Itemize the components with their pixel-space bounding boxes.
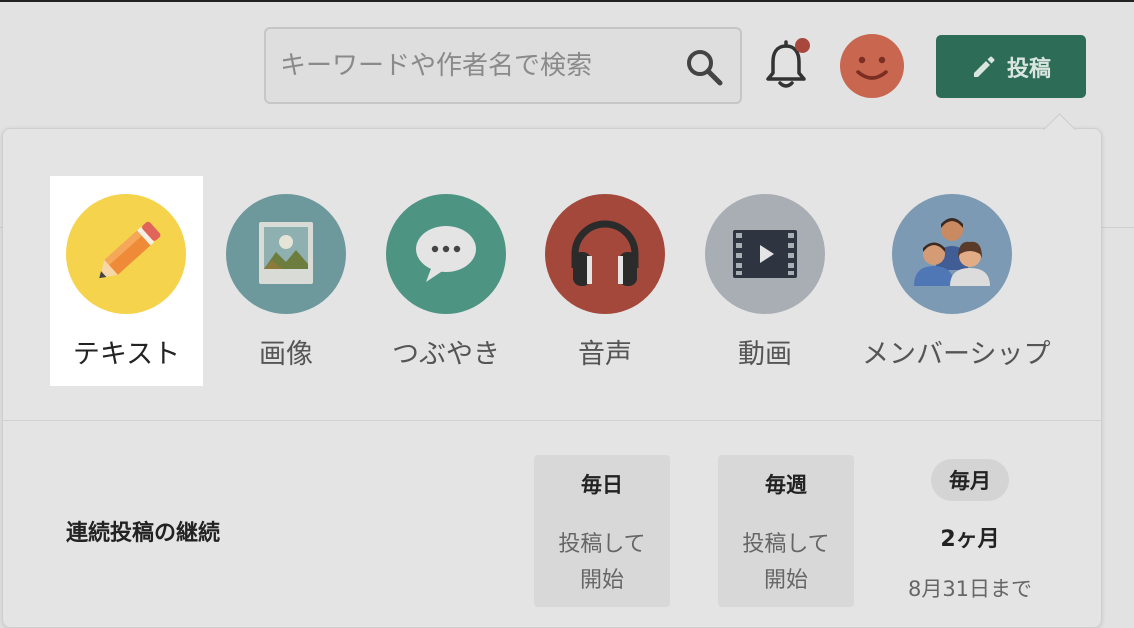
streak-daily-label: 毎日 [581,473,623,497]
streak-weekly-label: 毎週 [765,473,807,497]
film-icon [705,194,825,314]
post-type-tweet[interactable]: つぶやき [366,176,526,386]
picture-icon [226,194,346,314]
post-type-image[interactable]: 画像 [206,176,366,386]
headphones-icon [545,194,665,314]
top-border [0,0,1134,2]
search-input[interactable] [280,29,660,102]
streak-weekly: 毎週 投稿して 開始 [718,455,854,607]
post-type-label: メンバーシップ [862,339,1051,370]
post-type-video[interactable]: 動画 [685,176,845,386]
streak-daily-status-line: 投稿して [558,532,646,557]
post-type-label: 画像 [259,339,313,370]
post-button-label: 投稿 [1006,56,1051,82]
menu-divider [2,420,1102,421]
people-icon [892,194,1012,314]
speech-bubble-icon [386,194,506,314]
streak-daily: 毎日 投稿して 開始 [534,455,670,607]
post-type-audio[interactable]: 音声 [525,176,685,386]
avatar[interactable] [840,34,904,98]
post-button[interactable]: 投稿 [936,35,1086,98]
post-type-text[interactable]: テキスト [50,176,203,386]
streak-title: 連続投稿の継続 [66,521,221,546]
streak-monthly-label: 毎月 [931,459,1009,501]
pencil-icon [973,56,995,77]
search-box[interactable] [264,27,742,104]
streak-weekly-status-line: 開始 [763,568,808,593]
streak-weekly-status-line: 投稿して [742,532,830,557]
post-type-label: 音声 [578,339,632,370]
pencil-icon [66,194,186,314]
streak-monthly-value: 2ヶ月 [940,527,1000,552]
post-type-label: テキスト [72,339,181,370]
streak-weekly-status: 投稿して 開始 [718,527,854,599]
notification-dot [795,38,810,53]
streak-monthly: 毎月 2ヶ月 8月31日まで [900,455,1040,614]
search-icon[interactable] [684,47,724,87]
streak-daily-status: 投稿して 開始 [534,527,670,599]
post-type-label: つぶやき [392,339,500,370]
post-type-membership[interactable]: メンバーシップ [862,176,1051,386]
streak-monthly-due: 8月31日まで [907,577,1033,601]
post-type-label: 動画 [738,339,792,370]
streak-daily-status-line: 開始 [579,568,624,593]
